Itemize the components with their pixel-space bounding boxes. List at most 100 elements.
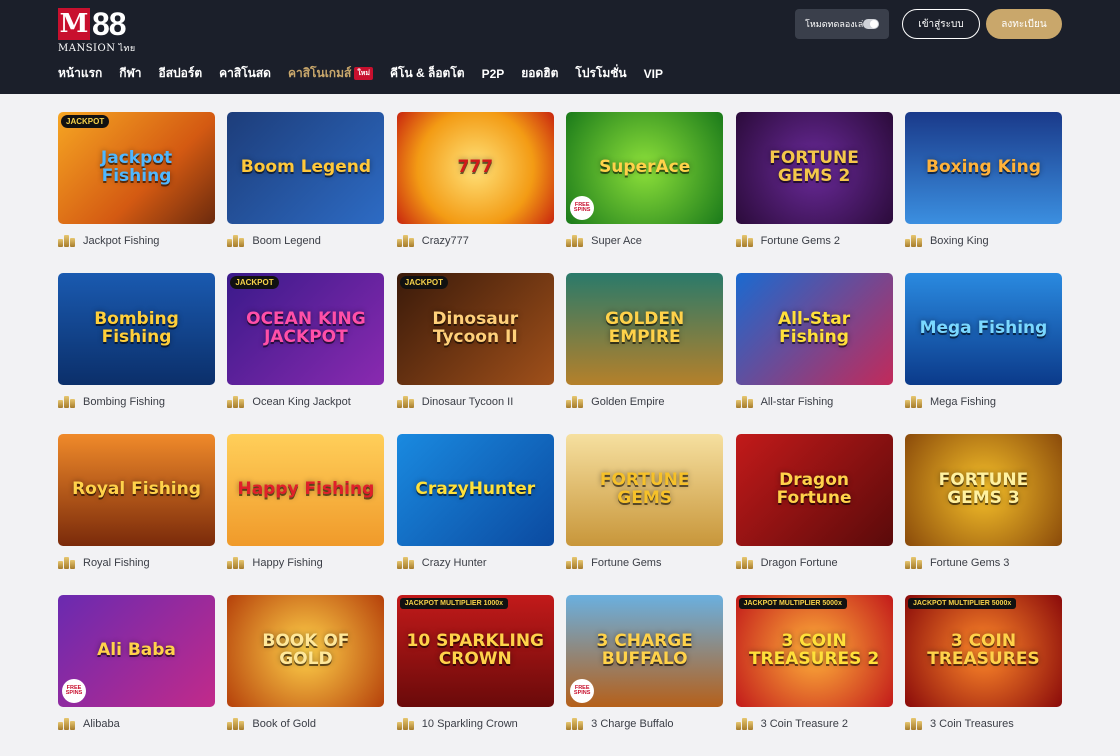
nav-item-7[interactable]: ยอดฮิต <box>521 64 558 83</box>
game-thumbnail[interactable]: 10 SPARKLING CROWN JACKPOT MULTIPLIER 100… <box>396 595 554 707</box>
game-thumbnail-title: 3 COIN TREASURES 2 <box>748 631 880 669</box>
nav-item-6[interactable]: P2P <box>482 64 505 83</box>
nav-item-1[interactable]: กีฬา <box>119 64 141 83</box>
nav-item-label: ยอดฮิต <box>521 66 559 80</box>
game-name[interactable]: Happy Fishing <box>252 557 322 569</box>
game-name[interactable]: Crazy777 <box>422 235 469 247</box>
demo-mode-toggle[interactable]: โหมดทดลองเล่น <box>795 9 889 39</box>
nav-item-9[interactable]: VIP <box>644 64 663 83</box>
nav-item-label: P2P <box>481 66 505 81</box>
game-thumbnail[interactable]: Boom Legend <box>227 112 385 224</box>
game-card[interactable]: 10 SPARKLING CROWN JACKPOT MULTIPLIER 100… <box>396 595 554 756</box>
provider-logo-icon <box>735 235 754 247</box>
game-card[interactable]: SuperAce FREE SPINS Super Ace <box>566 112 724 273</box>
game-name[interactable]: 3 Charge Buffalo <box>591 718 673 730</box>
game-name[interactable]: Alibaba <box>83 718 120 730</box>
game-thumbnail[interactable]: Jackpot Fishing JACKPOT <box>58 112 215 224</box>
game-name[interactable]: Bombing Fishing <box>83 396 165 408</box>
game-card[interactable]: Royal Fishing Royal Fishing <box>58 434 215 595</box>
game-thumbnail[interactable]: SuperAce FREE SPINS <box>566 112 724 224</box>
game-card[interactable]: GOLDEN EMPIRE Golden Empire <box>566 273 724 434</box>
game-thumbnail[interactable]: Bombing Fishing <box>58 273 215 385</box>
game-card[interactable]: Boom Legend Boom Legend <box>227 112 385 273</box>
game-thumbnail[interactable]: GOLDEN EMPIRE <box>566 273 724 385</box>
m-logo-mark: M <box>58 8 90 40</box>
nav-item-3[interactable]: คาสิโนสด <box>219 64 271 83</box>
game-card[interactable]: Jackpot Fishing JACKPOT Jackpot Fishing <box>58 112 215 273</box>
game-card[interactable]: 3 COIN TREASURES JACKPOT MULTIPLIER 5000x… <box>904 595 1062 756</box>
game-thumbnail[interactable]: Royal Fishing <box>58 434 215 546</box>
game-thumbnail[interactable]: BOOK OF GOLD <box>227 595 385 707</box>
game-name[interactable]: Jackpot Fishing <box>83 235 159 247</box>
nav-item-0[interactable]: หน้าแรก <box>58 64 102 83</box>
toggle-switch-icon[interactable] <box>863 19 879 29</box>
register-button[interactable]: ลงทะเบียน <box>986 9 1062 39</box>
provider-logo-icon <box>396 235 415 247</box>
game-card[interactable]: OCEAN KING JACKPOT JACKPOT Ocean King Jack… <box>227 273 385 434</box>
game-card[interactable]: Dinosaur Tycoon II JACKPOT Dinosaur Tycoon… <box>396 273 554 434</box>
game-name[interactable]: Super Ace <box>591 235 642 247</box>
game-card[interactable]: FORTUNE GEMS 2 Fortune Gems 2 <box>735 112 893 273</box>
game-card[interactable]: Mega Fishing Mega Fishing <box>904 273 1062 434</box>
game-thumbnail[interactable]: Dinosaur Tycoon II JACKPOT <box>396 273 554 385</box>
m88-logo[interactable]: M 88 MANSION ไทย <box>58 6 138 54</box>
game-name[interactable]: Fortune Gems 2 <box>761 235 840 247</box>
game-name[interactable]: Book of Gold <box>252 718 316 730</box>
game-name[interactable]: Golden Empire <box>591 396 664 408</box>
game-card[interactable]: FORTUNE GEMS Fortune Gems <box>566 434 724 595</box>
game-thumbnail[interactable]: Mega Fishing <box>904 273 1062 385</box>
free-spins-badge: FREE SPINS <box>570 196 595 220</box>
game-name[interactable]: Fortune Gems <box>591 557 661 569</box>
game-name[interactable]: Boom Legend <box>252 235 321 247</box>
game-name[interactable]: Dinosaur Tycoon II <box>422 396 514 408</box>
game-thumbnail[interactable]: FORTUNE GEMS 3 <box>904 434 1062 546</box>
nav-item-4[interactable]: คาสิโนเกมส์ ใหม่ <box>288 64 373 83</box>
game-name[interactable]: Boxing King <box>930 235 989 247</box>
game-thumbnail[interactable]: FORTUNE GEMS <box>566 434 724 546</box>
game-thumbnail-title: 3 CHARGE BUFFALO <box>596 631 693 669</box>
game-card[interactable]: Ali Baba FREE SPINS Alibaba <box>58 595 215 756</box>
nav-item-2[interactable]: อีสปอร์ต <box>159 64 203 83</box>
game-card[interactable]: Happy Fishing Happy Fishing <box>227 434 385 595</box>
game-meta: Fortune Gems <box>566 553 661 573</box>
game-name[interactable]: Royal Fishing <box>83 557 150 569</box>
game-thumbnail[interactable]: Happy Fishing <box>227 434 385 546</box>
game-name[interactable]: 10 Sparkling Crown <box>422 718 518 730</box>
nav-item-8[interactable]: โปรโมชั่น <box>575 64 626 83</box>
game-thumbnail[interactable]: 777 <box>396 112 554 224</box>
free-spins-badge: FREE SPINS <box>62 679 86 703</box>
game-thumbnail[interactable]: CrazyHunter <box>396 434 554 546</box>
game-name[interactable]: All-star Fishing <box>761 396 834 408</box>
nav-item-5[interactable]: คีโน & ล็อตโต <box>390 64 465 83</box>
game-card[interactable]: CrazyHunter Crazy Hunter <box>396 434 554 595</box>
game-thumbnail[interactable]: Dragon Fortune <box>735 434 893 546</box>
game-meta: Crazy777 <box>396 231 469 251</box>
game-thumbnail[interactable]: 3 COIN TREASURES 2 JACKPOT MULTIPLIER 500… <box>735 595 893 707</box>
game-thumbnail[interactable]: 3 CHARGE BUFFALO FREE SPINS <box>566 595 724 707</box>
game-name[interactable]: 3 Coin Treasure 2 <box>761 718 848 730</box>
game-card[interactable]: 3 COIN TREASURES 2 JACKPOT MULTIPLIER 500… <box>735 595 893 756</box>
nav-item-label: คาสิโนเกมส์ <box>287 66 352 80</box>
game-thumbnail[interactable]: All-Star Fishing <box>735 273 893 385</box>
game-thumbnail[interactable]: 3 COIN TREASURES JACKPOT MULTIPLIER 5000x <box>904 595 1062 707</box>
game-card[interactable]: Boxing King Boxing King <box>904 112 1062 273</box>
game-thumbnail[interactable]: FORTUNE GEMS 2 <box>735 112 893 224</box>
game-name[interactable]: Mega Fishing <box>930 396 996 408</box>
game-card[interactable]: 3 CHARGE BUFFALO FREE SPINS 3 Charge Buffa… <box>566 595 724 756</box>
game-card[interactable]: Bombing Fishing Bombing Fishing <box>58 273 215 434</box>
game-card[interactable]: BOOK OF GOLD Book of Gold <box>227 595 385 756</box>
game-name[interactable]: Fortune Gems 3 <box>930 557 1009 569</box>
game-card[interactable]: All-Star Fishing All-star Fishing <box>735 273 893 434</box>
game-name[interactable]: Crazy Hunter <box>422 557 487 569</box>
game-meta: 3 Charge Buffalo <box>566 714 674 734</box>
game-card[interactable]: FORTUNE GEMS 3 Fortune Gems 3 <box>904 434 1062 595</box>
game-name[interactable]: Dragon Fortune <box>761 557 838 569</box>
game-thumbnail[interactable]: Ali Baba FREE SPINS <box>58 595 215 707</box>
game-card[interactable]: 777 Crazy777 <box>396 112 554 273</box>
game-card[interactable]: Dragon Fortune Dragon Fortune <box>735 434 893 595</box>
login-button[interactable]: เข้าสู่ระบบ <box>902 9 980 39</box>
game-name[interactable]: 3 Coin Treasures <box>930 718 1014 730</box>
game-name[interactable]: Ocean King Jackpot <box>252 396 350 408</box>
game-thumbnail[interactable]: Boxing King <box>904 112 1062 224</box>
game-thumbnail[interactable]: OCEAN KING JACKPOT JACKPOT <box>227 273 385 385</box>
